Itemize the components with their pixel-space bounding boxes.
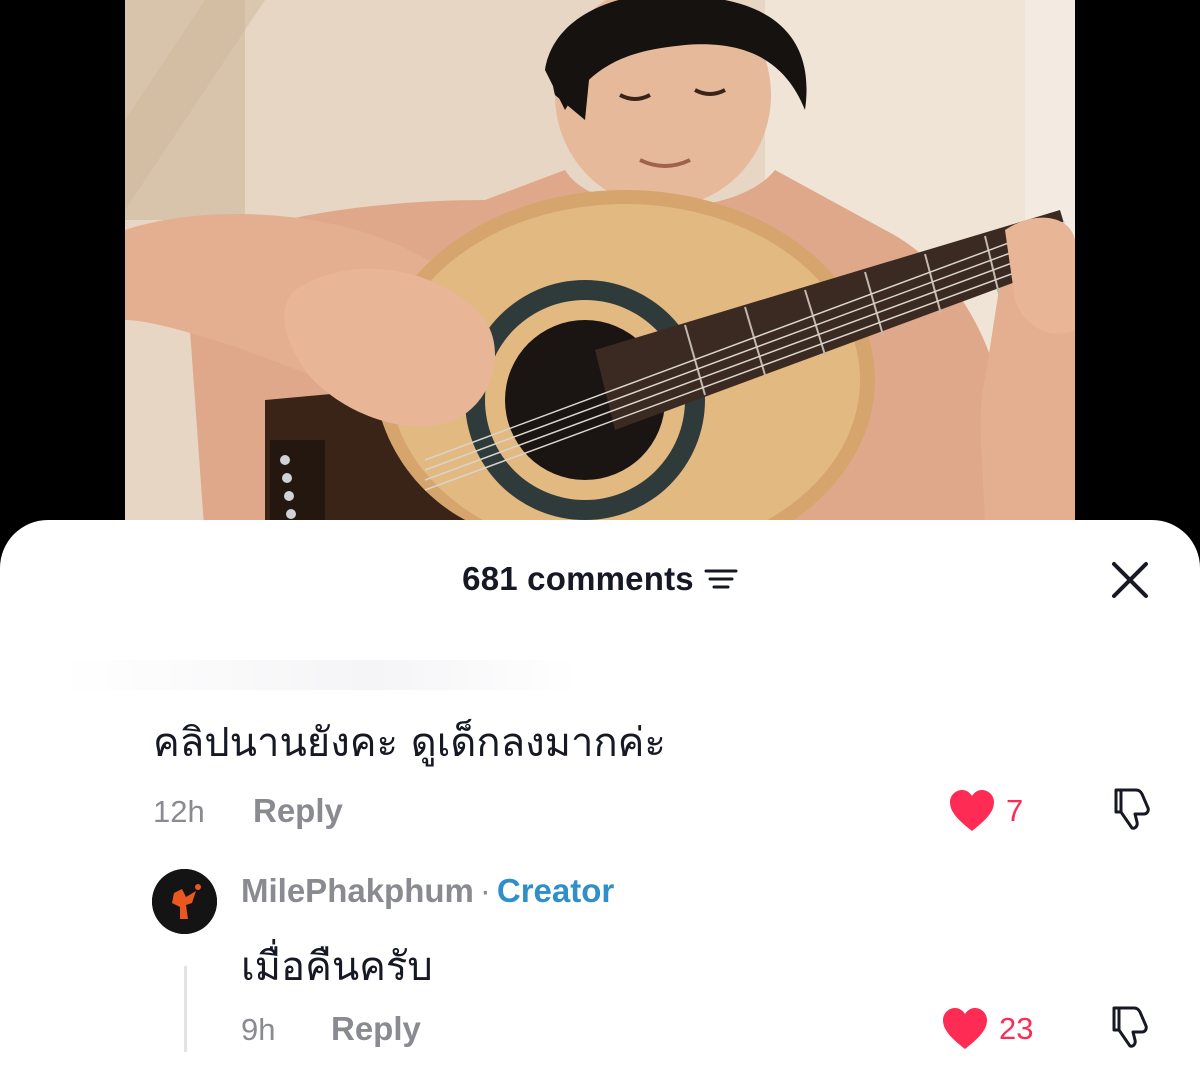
comments-count-wrap[interactable]: 681 comments bbox=[462, 560, 738, 598]
comments-count: 681 comments bbox=[462, 560, 694, 597]
author-separator: · bbox=[479, 872, 491, 909]
video-frame[interactable] bbox=[125, 0, 1075, 540]
reply-reply-button[interactable]: Reply bbox=[331, 1010, 421, 1048]
video-player[interactable] bbox=[0, 0, 1200, 540]
comments-header: 681 comments bbox=[0, 520, 1200, 630]
close-icon[interactable] bbox=[1108, 558, 1152, 602]
faded-previous-content bbox=[60, 660, 580, 690]
dislike-icon[interactable] bbox=[1106, 1002, 1154, 1050]
reply-author-name[interactable]: MilePhakphum bbox=[241, 872, 474, 909]
creator-badge: Creator bbox=[496, 872, 615, 909]
comments-title-row: 681 comments bbox=[0, 560, 1200, 598]
comment-reply-button[interactable]: Reply bbox=[253, 792, 343, 830]
reply-like-button[interactable]: 23 bbox=[941, 1004, 1033, 1054]
comment-text: คลิปนานยังคะ ดูเด็กลงมากค่ะ bbox=[153, 720, 666, 766]
comment-like-button[interactable]: 7 bbox=[948, 786, 1023, 836]
reply-text: เมื่อคืนครับ bbox=[241, 944, 433, 990]
sort-icon[interactable] bbox=[704, 566, 738, 592]
reply-time: 9h bbox=[241, 1012, 276, 1047]
reply-author-row: MilePhakphum · Creator bbox=[241, 872, 614, 910]
comment-like-count: 7 bbox=[1006, 793, 1024, 828]
video-illustration bbox=[125, 0, 1075, 540]
avatar-image bbox=[152, 869, 217, 934]
avatar[interactable] bbox=[152, 869, 217, 934]
reply-meta-row: 9h Reply 23 bbox=[241, 1006, 1163, 1050]
reply-like-count: 23 bbox=[999, 1011, 1034, 1046]
thread-line bbox=[184, 966, 187, 1052]
comment-time: 12h bbox=[153, 794, 205, 829]
comment-meta-row: 12h Reply 7 bbox=[153, 788, 1163, 832]
heart-icon bbox=[950, 790, 994, 831]
dislike-icon[interactable] bbox=[1108, 784, 1156, 832]
heart-icon bbox=[943, 1008, 987, 1049]
comments-sheet: 681 comments คลิปนานยังคะ ดูเด็กลงมากค่ะ… bbox=[0, 520, 1200, 1072]
